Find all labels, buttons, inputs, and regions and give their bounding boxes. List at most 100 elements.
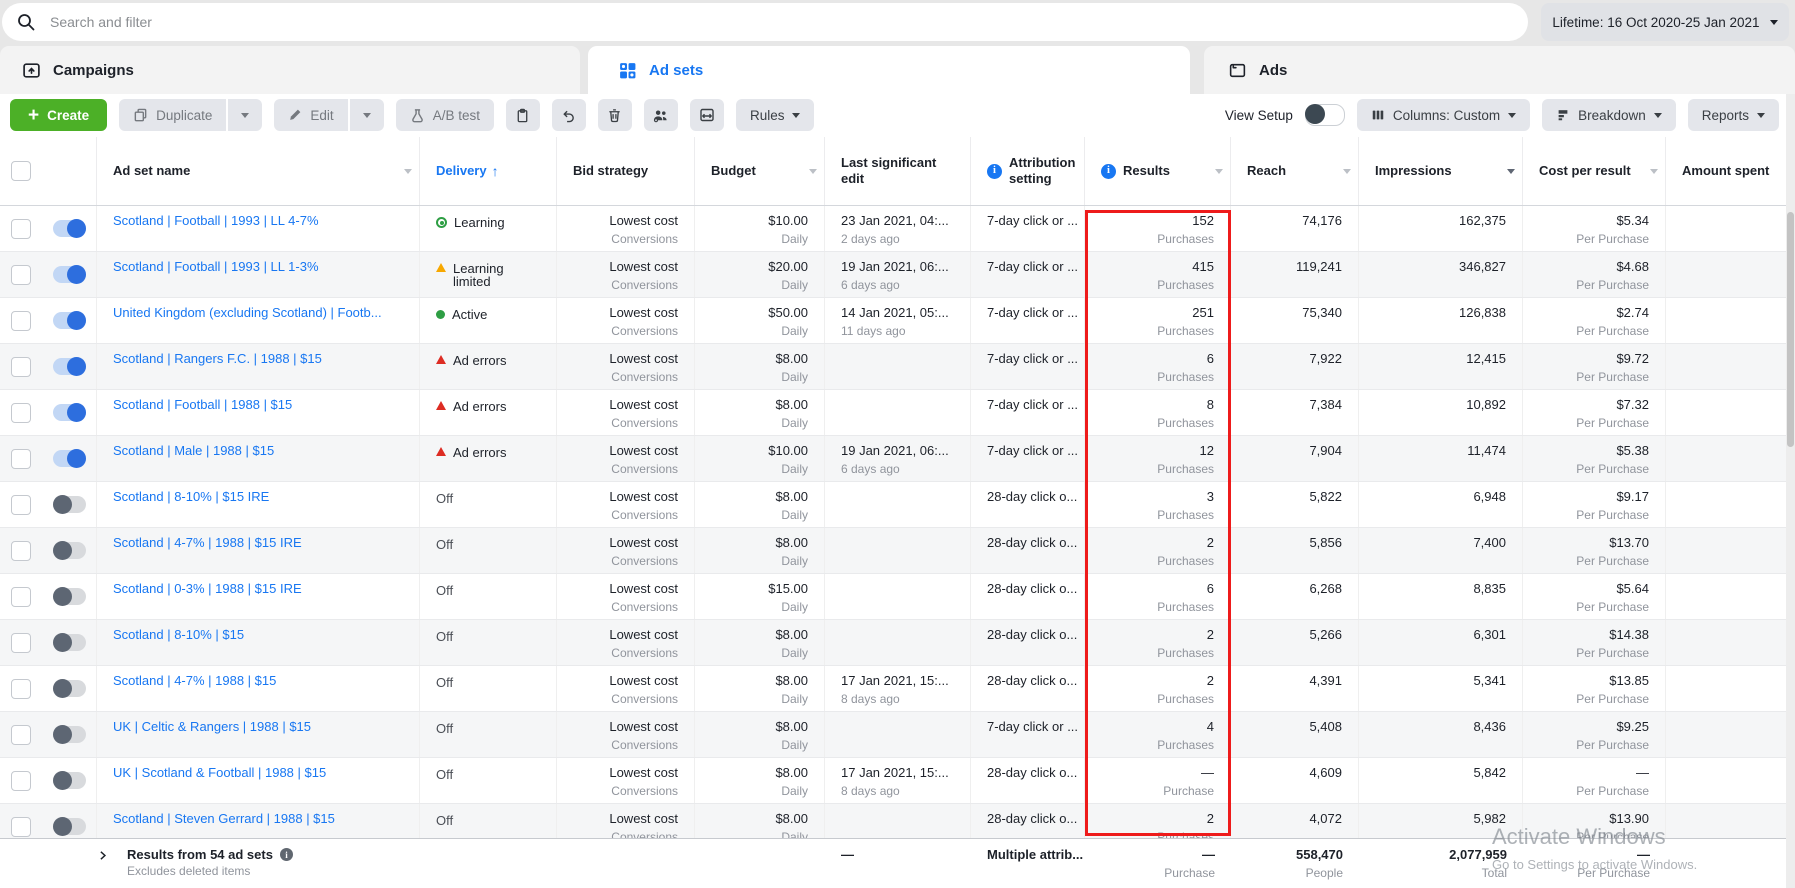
ab-test-button[interactable]: A/B test — [396, 99, 494, 131]
adset-name-link[interactable]: Scotland | Steven Gerrard | 1988 | $15 — [113, 811, 335, 826]
adset-toggle[interactable] — [53, 312, 86, 329]
adset-toggle[interactable] — [53, 680, 86, 697]
adset-name-link[interactable]: Scotland | Rangers F.C. | 1988 | $15 — [113, 351, 322, 366]
tab-campaigns[interactable]: Campaigns — [0, 46, 580, 94]
col-header-reach[interactable]: Reach — [1231, 137, 1359, 205]
row-checkbox[interactable] — [11, 265, 31, 285]
adset-toggle[interactable] — [53, 496, 86, 513]
create-label: Create — [47, 108, 89, 123]
adset-toggle[interactable] — [53, 818, 86, 835]
row-checkbox[interactable] — [11, 817, 31, 837]
row-checkbox[interactable] — [11, 219, 31, 239]
adset-toggle[interactable] — [53, 404, 86, 421]
adset-name-link[interactable]: Scotland | Football | 1993 | LL 1-3% — [113, 259, 319, 274]
reports-button[interactable]: Reports — [1688, 99, 1779, 131]
col-header-last-edit[interactable]: Last significant edit — [825, 137, 971, 205]
row-checkbox[interactable] — [11, 725, 31, 745]
adset-toggle[interactable] — [53, 450, 86, 467]
row-checkbox-cell — [0, 620, 42, 665]
row-checkbox[interactable] — [11, 495, 31, 515]
export-button[interactable] — [690, 99, 724, 131]
col-header-adset-name[interactable]: Ad set name — [97, 137, 420, 205]
bid-strategy-cell: Lowest costConversions — [557, 482, 695, 527]
undo-button[interactable] — [552, 99, 586, 131]
row-checkbox[interactable] — [11, 771, 31, 791]
adset-name-link[interactable]: United Kingdom (excluding Scotland) | Fo… — [113, 305, 382, 320]
view-setup-toggle[interactable] — [1305, 104, 1345, 126]
cell-value: 162,375 — [1375, 213, 1506, 228]
adset-name-link[interactable]: UK | Celtic & Rangers | 1988 | $15 — [113, 719, 311, 734]
col-header-impressions[interactable]: Impressions — [1359, 137, 1523, 205]
row-checkbox[interactable] — [11, 633, 31, 653]
adset-toggle[interactable] — [53, 542, 86, 559]
adset-name-link[interactable]: Scotland | 0-3% | 1988 | $15 IRE — [113, 581, 302, 596]
people-icon — [652, 108, 669, 123]
breakdown-button[interactable]: Breakdown — [1542, 99, 1676, 131]
adset-name-link[interactable]: Scotland | 4-7% | 1988 | $15 — [113, 673, 276, 688]
col-header-bid-strategy[interactable]: Bid strategy — [557, 137, 695, 205]
adset-toggle[interactable] — [53, 772, 86, 789]
bid-strategy-cell: Lowest costConversions — [557, 436, 695, 481]
edit-dropdown-button[interactable] — [350, 99, 384, 131]
date-range-selector[interactable]: Lifetime: 16 Oct 2020-25 Jan 2021 — [1541, 3, 1789, 41]
attribution-cell: 7-day click or ... — [971, 390, 1085, 435]
adset-name-link[interactable]: Scotland | 8-10% | $15 — [113, 627, 244, 642]
adset-toggle[interactable] — [53, 634, 86, 651]
tab-ads[interactable]: Ads — [1204, 46, 1795, 94]
duplicate-dropdown-button[interactable] — [228, 99, 262, 131]
col-header-cost-per-result[interactable]: Cost per result — [1523, 137, 1666, 205]
duplicate-button[interactable]: Duplicate — [119, 99, 226, 131]
columns-button[interactable]: Columns: Custom — [1357, 99, 1530, 131]
col-header-delivery[interactable]: Delivery↑ — [420, 137, 557, 205]
adset-name-link[interactable]: Scotland | 4-7% | 1988 | $15 IRE — [113, 535, 302, 550]
audience-button[interactable] — [644, 99, 678, 131]
rules-button[interactable]: Rules — [736, 99, 815, 131]
cost-per-result-cell: $2.74Per Purchase — [1523, 298, 1666, 343]
row-checkbox[interactable] — [11, 357, 31, 377]
adset-name-link[interactable]: Scotland | Male | 1988 | $15 — [113, 443, 274, 458]
adset-name-link[interactable]: UK | Scotland & Football | 1988 | $15 — [113, 765, 326, 780]
adset-toggle[interactable] — [53, 266, 86, 283]
tab-ad-sets[interactable]: Ad sets — [588, 46, 1190, 94]
row-checkbox[interactable] — [11, 449, 31, 469]
adset-name-link[interactable]: Scotland | Football | 1988 | $15 — [113, 397, 292, 412]
select-all-checkbox[interactable] — [11, 161, 31, 181]
expand-chevron-icon[interactable] — [96, 849, 109, 862]
edit-button[interactable]: Edit — [274, 99, 347, 131]
delete-button[interactable] — [598, 99, 632, 131]
toggle-knob — [1305, 104, 1325, 124]
create-button[interactable]: + Create — [10, 99, 107, 131]
cell-value: $8.00 — [711, 811, 808, 826]
row-checkbox[interactable] — [11, 311, 31, 331]
delivery-status: Ad errors — [453, 354, 506, 367]
cell-value: Lowest cost — [573, 259, 678, 274]
col-header-budget[interactable]: Budget — [695, 137, 825, 205]
row-checkbox[interactable] — [11, 403, 31, 423]
adset-name-link[interactable]: Scotland | Football | 1993 | LL 4-7% — [113, 213, 319, 228]
budget-cell: $10.00Daily — [695, 436, 825, 481]
col-header-results[interactable]: iResults — [1085, 137, 1231, 205]
cell-value: 2 — [1101, 535, 1214, 550]
col-header-attribution[interactable]: iAttribution setting — [971, 137, 1085, 205]
delivery-cell: Active — [420, 298, 557, 343]
adset-name-link[interactable]: Scotland | 8-10% | $15 IRE — [113, 489, 269, 504]
search-input[interactable] — [48, 13, 1514, 31]
row-checkbox[interactable] — [11, 679, 31, 699]
toggle-knob — [53, 495, 72, 514]
adset-toggle[interactable] — [53, 588, 86, 605]
col-header-amount-spent[interactable]: Amount spent — [1666, 137, 1795, 205]
adset-toggle[interactable] — [53, 358, 86, 375]
cell-value: Lowest cost — [573, 627, 678, 642]
vertical-scrollbar-thumb[interactable] — [1787, 212, 1794, 447]
adset-toggle[interactable] — [53, 220, 86, 237]
clipboard-button[interactable] — [506, 99, 540, 131]
adset-toggle[interactable] — [53, 726, 86, 743]
search-bar[interactable] — [2, 3, 1528, 41]
flask-icon — [410, 108, 425, 123]
adset-name-cell: Scotland | 8-10% | $15 IRE — [97, 482, 420, 527]
delivery-cell: Learning — [420, 206, 557, 251]
results-cell: 2Purchases — [1085, 620, 1231, 665]
row-checkbox[interactable] — [11, 541, 31, 561]
row-checkbox[interactable] — [11, 587, 31, 607]
cell-value: Lowest cost — [573, 305, 678, 320]
